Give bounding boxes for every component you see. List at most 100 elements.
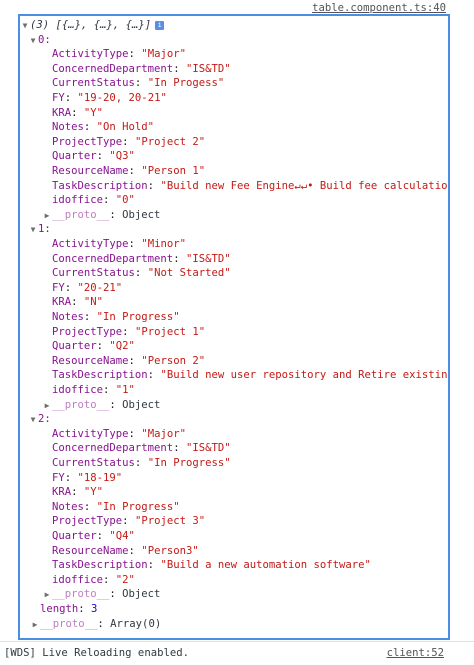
array-item-row[interactable]: ▼ 2: bbox=[28, 412, 51, 426]
item-index: 0: bbox=[38, 33, 51, 46]
property-value: "Person 2" bbox=[141, 354, 206, 367]
expanded-triangle-icon[interactable]: ▼ bbox=[28, 34, 38, 48]
property-key: TaskDescription bbox=[52, 369, 148, 382]
property-value: "Project 2" bbox=[134, 135, 206, 148]
property-value: "Major" bbox=[141, 48, 186, 61]
property-row: idoffice: "0" bbox=[52, 194, 135, 207]
property-key: Quarter bbox=[52, 150, 97, 163]
property-row: ConcernedDepartment: "IS&TD" bbox=[52, 442, 231, 455]
collapsed-triangle-icon[interactable]: ▶ bbox=[42, 399, 52, 413]
property-value: "Build new Fee Engine↵↵• Build fee calcu… bbox=[160, 179, 450, 192]
property-key: ResourceName bbox=[52, 544, 129, 557]
property-value: "N" bbox=[83, 296, 104, 309]
property-value: "18-19" bbox=[77, 471, 123, 484]
array-item-row[interactable]: ▼ 1: bbox=[28, 222, 51, 236]
expanded-triangle-icon[interactable]: ▼ bbox=[28, 413, 38, 427]
property-key: Quarter bbox=[52, 530, 97, 542]
property-value: "0" bbox=[115, 194, 135, 207]
property-row: idoffice: "2" bbox=[52, 573, 135, 586]
collapsed-triangle-icon[interactable]: ▶ bbox=[30, 618, 40, 632]
proto-key: __proto__ bbox=[52, 208, 110, 221]
property-row: TaskDescription: "Build new user reposit… bbox=[52, 368, 450, 382]
proto-row[interactable]: ▶ __proto__: Object bbox=[42, 587, 161, 602]
property-row: CurrentStatus: "In Progress" bbox=[52, 457, 231, 469]
property-row: KRA: "N" bbox=[52, 296, 104, 309]
info-icon: i bbox=[155, 20, 165, 30]
property-value: "In Progress" bbox=[147, 457, 231, 469]
property-row: ResourceName: "Person3" bbox=[52, 544, 199, 557]
property-value: "Q3" bbox=[109, 150, 135, 163]
property-row: ProjectType: "Project 2" bbox=[52, 135, 206, 148]
property-row: TaskDescription: "Build a new automation… bbox=[52, 559, 371, 572]
property-key: Notes bbox=[52, 500, 84, 513]
property-row: FY: "19-20, 20-21" bbox=[52, 92, 167, 104]
length-key: length bbox=[40, 603, 79, 615]
property-key: ConcernedDepartment bbox=[52, 62, 174, 75]
proto-value: Object bbox=[122, 588, 161, 601]
property-value: "Build new user repository and Retire ex… bbox=[160, 369, 450, 382]
property-row: ActivityType: "Minor" bbox=[52, 238, 186, 250]
property-key: Quarter bbox=[52, 340, 97, 353]
property-key: ProjectType bbox=[52, 515, 123, 528]
property-row: Notes: "In Progress" bbox=[52, 500, 180, 513]
array-proto-row[interactable]: ▶ __proto__: Array(0) bbox=[30, 617, 162, 632]
property-row: TaskDescription: "Build new Fee Engine↵↵… bbox=[52, 179, 450, 193]
property-value: "Y" bbox=[83, 486, 104, 499]
property-key: ConcernedDepartment bbox=[52, 252, 174, 265]
console-object-tree: ▼ (3) [{…}, {…}, {…}] i ▼ 0: ActivityType: "M… bbox=[18, 14, 450, 640]
property-key: CurrentStatus bbox=[52, 77, 135, 90]
array-item-row[interactable]: ▼ 0: bbox=[28, 33, 51, 47]
proto-value: Object bbox=[122, 398, 161, 411]
proto-key: __proto__ bbox=[52, 588, 110, 601]
property-value: "Minor" bbox=[141, 238, 186, 250]
proto-row[interactable]: ▶ __proto__: Object bbox=[42, 398, 161, 413]
property-row: ActivityType: "Major" bbox=[52, 48, 186, 61]
property-value: "IS&TD" bbox=[185, 252, 231, 265]
property-value: "19-20, 20-21" bbox=[77, 92, 167, 104]
property-value: "Project 3" bbox=[134, 515, 206, 528]
footer-source-link[interactable]: client:52 bbox=[387, 647, 444, 659]
property-key: ConcernedDepartment bbox=[52, 442, 174, 455]
array-proto-value: Array(0) bbox=[110, 617, 162, 630]
property-key: KRA bbox=[52, 296, 72, 309]
collapsed-triangle-icon[interactable]: ▶ bbox=[42, 209, 52, 223]
property-row: idoffice: "1" bbox=[52, 384, 135, 396]
property-row: Notes: "On Hold" bbox=[52, 121, 155, 134]
property-key: Notes bbox=[52, 121, 84, 134]
property-row: FY: "20-21" bbox=[52, 281, 123, 294]
property-row: ActivityType: "Major" bbox=[52, 427, 186, 440]
array-summary-row[interactable]: ▼ (3) [{…}, {…}, {…}] i bbox=[20, 18, 165, 33]
property-key: ResourceName bbox=[52, 165, 129, 177]
source-link[interactable]: table.component.ts:40 bbox=[312, 2, 446, 14]
property-value: "Not Started" bbox=[147, 267, 231, 280]
property-row: ProjectType: "Project 3" bbox=[52, 515, 206, 528]
property-value: "2" bbox=[115, 573, 135, 586]
property-key: ProjectType bbox=[52, 135, 123, 148]
property-key: TaskDescription bbox=[52, 179, 148, 192]
expanded-triangle-icon[interactable]: ▼ bbox=[28, 223, 38, 237]
array-proto-key: __proto__ bbox=[40, 617, 98, 630]
item-index: 1: bbox=[38, 223, 51, 236]
property-row: Quarter: "Q2" bbox=[52, 340, 135, 353]
proto-row[interactable]: ▶ __proto__: Object bbox=[42, 208, 161, 223]
property-row: ConcernedDepartment: "IS&TD" bbox=[52, 62, 231, 75]
property-value: "Major" bbox=[141, 427, 186, 440]
property-value: "Q2" bbox=[109, 340, 135, 353]
property-row: ConcernedDepartment: "IS&TD" bbox=[52, 252, 231, 265]
property-value: "Project 1" bbox=[134, 325, 206, 338]
property-value: "1" bbox=[115, 384, 135, 396]
property-value: "In Progess" bbox=[147, 77, 225, 90]
property-value: "IS&TD" bbox=[185, 62, 231, 75]
property-value: "IS&TD" bbox=[185, 442, 231, 455]
property-key: idoffice bbox=[52, 194, 104, 207]
expanded-triangle-icon[interactable]: ▼ bbox=[20, 19, 30, 33]
collapsed-triangle-icon[interactable]: ▶ bbox=[42, 588, 52, 602]
length-value: 3 bbox=[91, 603, 98, 615]
property-row: FY: "18-19" bbox=[52, 471, 123, 484]
property-key: ResourceName bbox=[52, 354, 129, 367]
property-key: idoffice bbox=[52, 384, 104, 396]
property-key: KRA bbox=[52, 486, 72, 499]
property-row: ResourceName: "Person 2" bbox=[52, 354, 206, 367]
item-index: 2: bbox=[38, 413, 51, 426]
property-row: Quarter: "Q4" bbox=[52, 530, 135, 542]
